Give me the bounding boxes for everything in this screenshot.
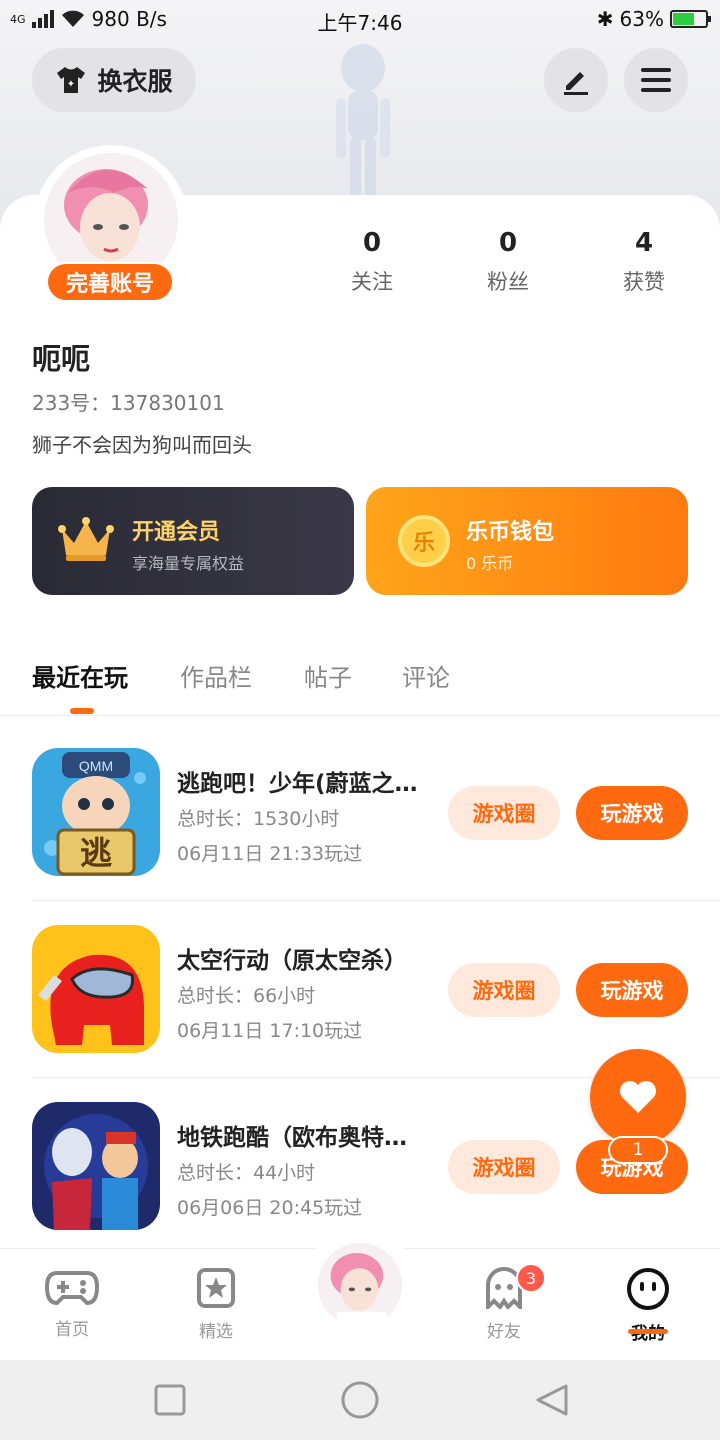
bottom-nav: 首页 精选 3 好友 我的: [0, 1229, 720, 1360]
stat-likes[interactable]: 4 获赞: [584, 228, 704, 296]
vip-title: 开通会员: [132, 520, 221, 545]
following-count: 0: [362, 228, 382, 258]
wallet-card[interactable]: 乐 乐币钱包 0 乐币: [366, 487, 688, 595]
game-duration: 总时长：44小时: [177, 1162, 316, 1184]
likes-count: 4: [634, 228, 654, 258]
game-row[interactable]: 太空行动（原太空杀） 总时长：66小时 06月11日 17:10玩过 游戏圈 玩…: [32, 925, 688, 1055]
game-icon-space[interactable]: [32, 925, 160, 1053]
edit-profile-button[interactable]: [544, 48, 608, 112]
game-circle-button[interactable]: 游戏圈: [448, 786, 560, 840]
nav-avatar: [318, 1243, 402, 1327]
tab-posts[interactable]: 帖子: [304, 658, 352, 693]
stat-following[interactable]: 0 关注: [312, 228, 432, 296]
svg-text:逃: 逃: [80, 834, 112, 872]
wallet-title: 乐币钱包: [466, 520, 555, 545]
svg-text:✦: ✦: [67, 79, 75, 90]
crown-icon: [58, 517, 114, 561]
user-bio: 狮子不会因为狗叫而回头: [32, 433, 252, 457]
back-triangle-icon[interactable]: [534, 1382, 570, 1418]
game-last-played: 06月06日 20:45玩过: [177, 1197, 363, 1219]
tab-recent-played[interactable]: 最近在玩: [32, 658, 128, 693]
wallet-balance: 0 乐币: [466, 554, 514, 573]
play-game-button[interactable]: 玩游戏: [576, 786, 688, 840]
following-label: 关注: [351, 270, 393, 294]
nav-avatar-button[interactable]: [304, 1229, 416, 1341]
nav-featured[interactable]: 精选: [166, 1267, 266, 1342]
game-icon-subway[interactable]: [32, 1102, 160, 1230]
change-outfit-button[interactable]: ✦ 换衣服: [32, 48, 196, 112]
nav-friends[interactable]: 3 好友: [454, 1263, 554, 1342]
tshirt-icon: ✦: [57, 67, 86, 93]
game-icon-escape[interactable]: QMM 逃: [32, 748, 160, 876]
game-title: 地铁跑酷（欧布奥特…: [177, 1125, 407, 1151]
game-duration: 总时长：66小时: [177, 985, 316, 1007]
battery-icon: [670, 10, 711, 28]
user-id: 233号：137830101: [32, 391, 225, 415]
recent-apps-icon[interactable]: [154, 1384, 186, 1416]
game-duration: 总时长：1530小时: [177, 808, 340, 830]
tab-comments[interactable]: 评论: [402, 658, 450, 693]
play-game-button[interactable]: 玩游戏: [576, 963, 688, 1017]
likes-label: 获赞: [623, 270, 665, 294]
system-nav-bar: [0, 1360, 720, 1440]
change-outfit-label: 换衣服: [97, 67, 173, 96]
avatar-figure-icon: [336, 44, 390, 200]
hamburger-icon: [641, 68, 671, 92]
game-title: 太空行动（原太空杀）: [177, 948, 407, 974]
smiley-icon: [627, 1268, 669, 1310]
nav-home[interactable]: 首页: [22, 1267, 122, 1340]
game-circle-button[interactable]: 游戏圈: [448, 963, 560, 1017]
complete-account-button[interactable]: 完善账号: [46, 262, 174, 302]
menu-button[interactable]: [624, 48, 688, 112]
game-row[interactable]: QMM 逃 逃跑吧！少年(蔚蓝之… 总时长：1530小时 06月11日 21:3…: [32, 748, 688, 878]
game-last-played: 06月11日 21:33玩过: [177, 843, 363, 865]
stat-followers[interactable]: 0 粉丝: [448, 228, 568, 296]
tab-indicator: [70, 708, 94, 714]
user-name: 呃呃: [32, 342, 91, 376]
floating-count-badge: 1: [608, 1136, 668, 1164]
nav-home-label: 首页: [55, 1320, 89, 1340]
heart-icon: [620, 1081, 656, 1113]
tab-works[interactable]: 作品栏: [180, 658, 252, 693]
game-circle-button[interactable]: 游戏圈: [448, 1140, 560, 1194]
nav-active-underline: [628, 1329, 668, 1334]
nav-featured-label: 精选: [199, 1322, 233, 1342]
game-title: 逃跑吧！少年(蔚蓝之…: [177, 771, 418, 797]
bluetooth-icon: ✱: [596, 7, 614, 31]
friends-badge: 3: [516, 1263, 546, 1293]
followers-count: 0: [498, 228, 518, 258]
star-bookmark-icon: [197, 1268, 235, 1308]
divider: [32, 900, 720, 901]
followers-label: 粉丝: [487, 270, 529, 294]
game-last-played: 06月11日 17:10玩过: [177, 1020, 363, 1042]
nav-friends-label: 好友: [487, 1322, 521, 1342]
vip-subtitle: 享海量专属权益: [132, 554, 245, 573]
home-circle-icon[interactable]: [340, 1380, 380, 1420]
floating-like-button[interactable]: [590, 1049, 686, 1145]
coin-icon: 乐: [398, 515, 450, 567]
nav-mine[interactable]: 我的: [598, 1267, 698, 1344]
profile-tabs: 最近在玩 作品栏 帖子 评论: [0, 650, 720, 716]
vip-card[interactable]: 开通会员 享海量专属权益: [32, 487, 354, 595]
svg-text:QMM: QMM: [79, 758, 113, 774]
game-row[interactable]: 地铁跑酷（欧布奥特… 总时长：44小时 06月06日 20:45玩过 游戏圈 玩…: [32, 1102, 688, 1232]
pencil-icon: [564, 72, 588, 95]
battery-percent: 63%: [619, 7, 664, 31]
gamepad-icon: [44, 1271, 100, 1306]
status-bar: 4G 980 B/s 上午7:46 ✱ 63%: [0, 0, 720, 40]
